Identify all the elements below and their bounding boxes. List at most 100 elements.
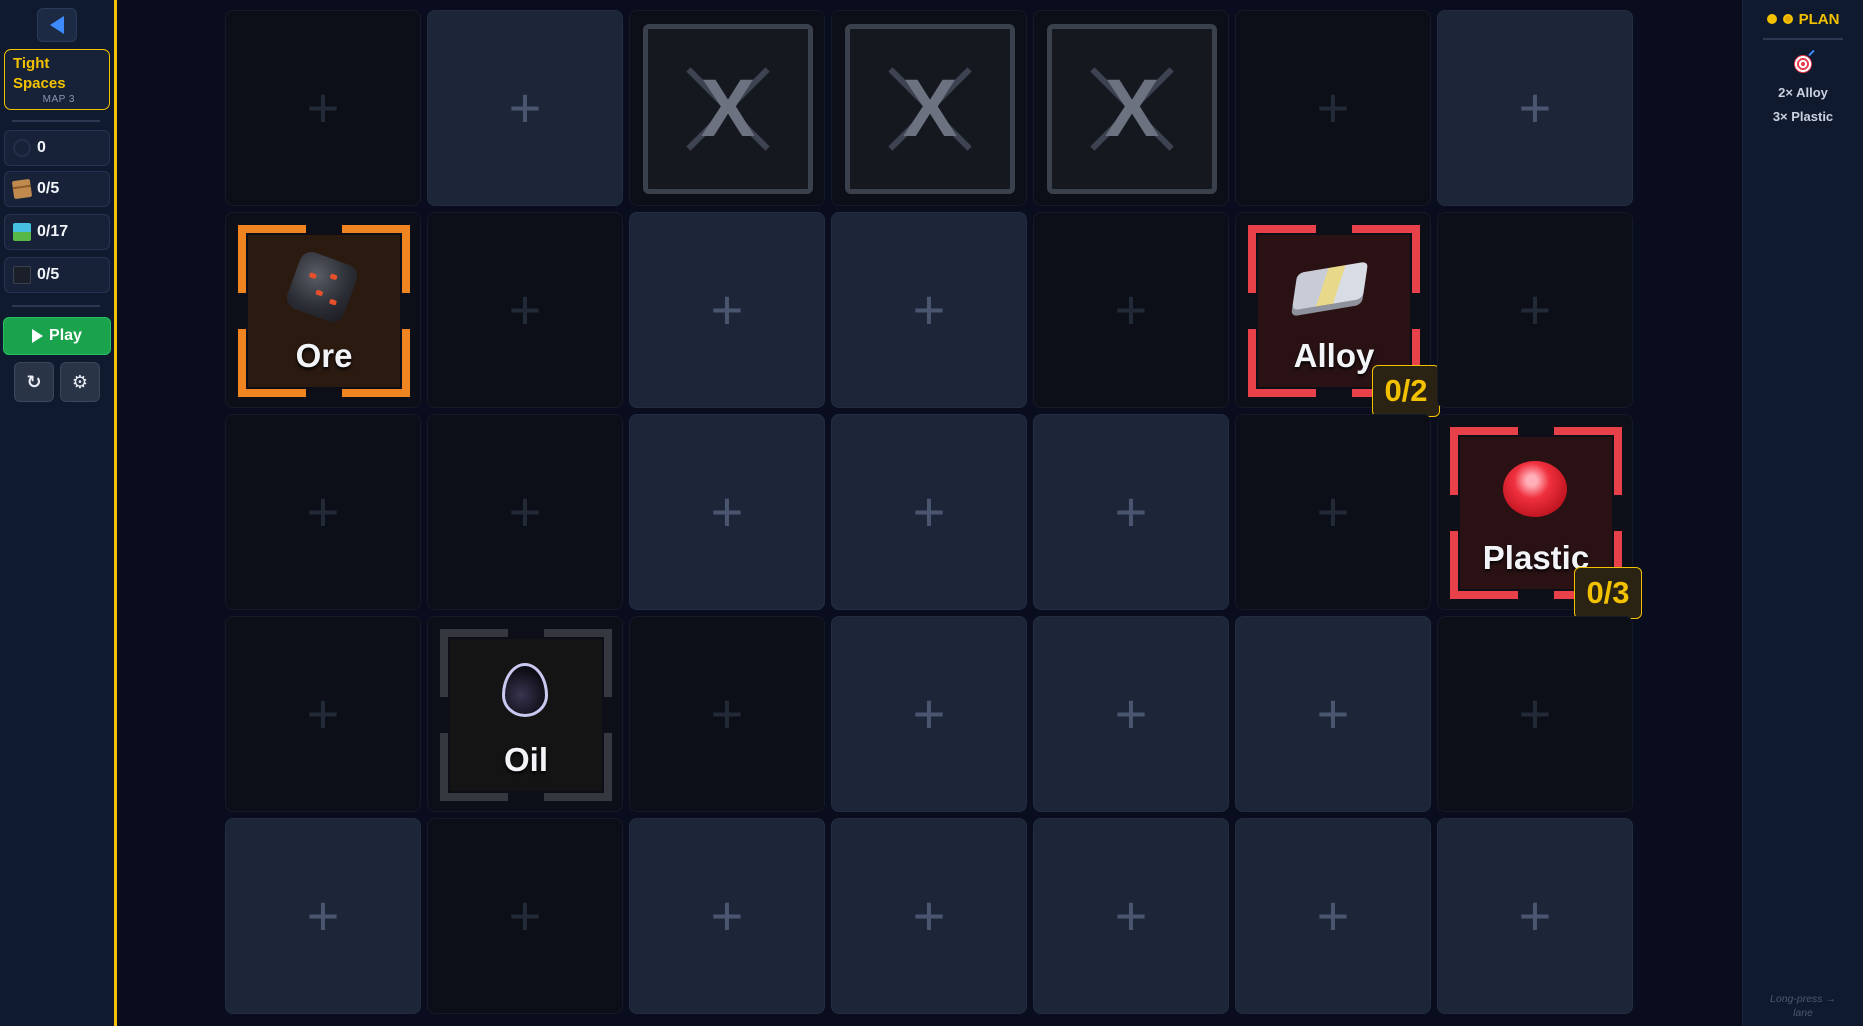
grid-cell-empty[interactable]: + [831, 818, 1027, 1014]
plan-coin-icon [1782, 14, 1793, 24]
grid-cell-empty[interactable]: + [225, 10, 421, 206]
grid-cell-empty[interactable]: + [1235, 616, 1431, 812]
grid-cell-empty[interactable]: + [831, 212, 1027, 408]
stat-boxes-value: 0/5 [37, 180, 60, 197]
grid-cell-empty[interactable]: + [1437, 10, 1633, 206]
grid-cell-empty[interactable]: + [427, 212, 623, 408]
grid-cell-empty[interactable]: + [629, 414, 825, 610]
grid-cell-empty[interactable]: + [1235, 818, 1431, 1014]
plus-icon: + [710, 884, 744, 947]
grid-cell-empty[interactable]: + [831, 414, 1027, 610]
plus-icon: + [1114, 480, 1148, 543]
blocked-x-icon: X [902, 63, 958, 154]
grid-cell-empty[interactable]: + [1033, 212, 1229, 408]
alloy-target-tile[interactable]: Alloy 0/2 [1248, 225, 1440, 417]
plus-icon: + [1316, 480, 1350, 543]
grid-cell-empty[interactable]: + [1033, 616, 1229, 812]
tile-corner [544, 629, 612, 697]
divider [12, 120, 100, 122]
plus-icon: + [1518, 278, 1552, 341]
divider [1763, 38, 1843, 40]
blocked-frame: X [845, 24, 1015, 194]
grid-cell-empty[interactable]: + [427, 818, 623, 1014]
reset-icon: ↻ [26, 371, 42, 392]
tile-corner [440, 629, 508, 697]
plus-icon: + [1518, 884, 1552, 947]
plus-icon: + [710, 480, 744, 543]
plus-icon: + [306, 682, 340, 745]
blocked-frame: X [1047, 24, 1217, 194]
grid-cell-empty[interactable]: + [225, 616, 421, 812]
plus-icon: + [912, 278, 946, 341]
plus-icon: + [710, 278, 744, 341]
play-icon [32, 329, 44, 343]
grid-cell-blocked: X [629, 10, 825, 206]
plus-icon: + [1316, 682, 1350, 745]
briefcase-icon [13, 266, 31, 284]
landscape-icon [13, 223, 31, 241]
plus-icon: + [912, 884, 946, 947]
gear-icon: ⚙ [71, 371, 89, 392]
reset-button[interactable]: ↻ [14, 362, 54, 402]
grid-cell-blocked: X [1033, 10, 1229, 206]
timer-icon [13, 139, 31, 157]
plus-icon: + [306, 76, 340, 139]
plus-icon: + [1316, 76, 1350, 139]
play-button[interactable]: Play [3, 317, 111, 355]
grid-cell-empty[interactable]: + [629, 212, 825, 408]
ore-label: Ore [295, 337, 353, 374]
back-button[interactable] [37, 8, 77, 42]
plus-icon: + [508, 884, 542, 947]
ore-source-tile[interactable]: Ore [238, 225, 410, 397]
grid-cell-empty[interactable]: + [1033, 818, 1229, 1014]
grid-cell-empty[interactable]: + [629, 818, 825, 1014]
grid-cell-empty[interactable]: + [1437, 818, 1633, 1014]
grid-cell-empty[interactable]: + [629, 616, 825, 812]
plus-icon: + [1114, 682, 1148, 745]
plus-icon: + [306, 884, 340, 947]
plus-icon: + [912, 682, 946, 745]
plus-icon: + [1114, 884, 1148, 947]
level-card: Tight Spaces MAP 3 [4, 49, 110, 110]
plan-panel: PLAN 2× Alloy 3× Plastic Long-press → la… [1742, 0, 1863, 1026]
grid-cell-empty[interactable]: + [225, 414, 421, 610]
plus-icon: + [1316, 884, 1350, 947]
alloy-progress-badge: 0/2 [1372, 365, 1440, 417]
plastic-pellet-icon [1503, 461, 1567, 517]
grid-cell-oil-source[interactable]: Oil [427, 616, 623, 812]
level-map: MAP 3 [42, 94, 75, 105]
grid-cell-empty[interactable]: + [427, 414, 623, 610]
grid-cell-alloy-target[interactable]: Alloy 0/2 [1235, 212, 1440, 417]
plus-icon: + [912, 480, 946, 543]
grid-cell-empty[interactable]: + [831, 616, 1027, 812]
plus-icon: + [508, 480, 542, 543]
plastic-target-tile[interactable]: Plastic 0/3 [1450, 427, 1642, 619]
stat-briefcase-value: 0/5 [37, 266, 60, 283]
plus-icon: + [1114, 278, 1148, 341]
stat-land-value: 0/17 [37, 223, 69, 240]
left-sidebar: Tight Spaces MAP 3 0 0/5 0/17 0/5 Play ↻… [0, 0, 117, 1026]
grid-cell-empty[interactable]: + [1235, 10, 1431, 206]
grid-cell-empty[interactable]: + [1235, 414, 1431, 610]
stat-land: 0/17 [4, 214, 110, 250]
grid-cell-empty[interactable]: + [1437, 212, 1633, 408]
play-label: Play [49, 327, 82, 344]
oil-source-tile[interactable]: Oil [440, 629, 612, 801]
stat-timer: 0 [4, 130, 110, 166]
plastic-progress-badge: 0/3 [1574, 567, 1642, 619]
grid-cell-empty[interactable]: + [225, 818, 421, 1014]
settings-button[interactable]: ⚙ [60, 362, 100, 402]
long-press-hint: Long-press → lane [1770, 993, 1836, 1019]
grid-cell-empty[interactable]: + [427, 10, 623, 206]
factory-grid: + + X X X + + Ore + + + + Alloy 0/2 + + … [225, 10, 1642, 1014]
goal-alloy: 2× Alloy [1778, 85, 1828, 100]
stat-boxes: 0/5 [4, 171, 110, 207]
grid-cell-plastic-target[interactable]: Plastic 0/3 [1437, 414, 1642, 619]
plus-icon: + [1518, 76, 1552, 139]
grid-cell-ore-source[interactable]: Ore [225, 212, 421, 408]
grid-cell-empty[interactable]: + [1033, 414, 1229, 610]
grid-cell-empty[interactable]: + [1437, 616, 1633, 812]
status-dot-icon [1766, 14, 1777, 24]
plus-icon: + [710, 682, 744, 745]
blocked-x-icon: X [700, 63, 756, 154]
